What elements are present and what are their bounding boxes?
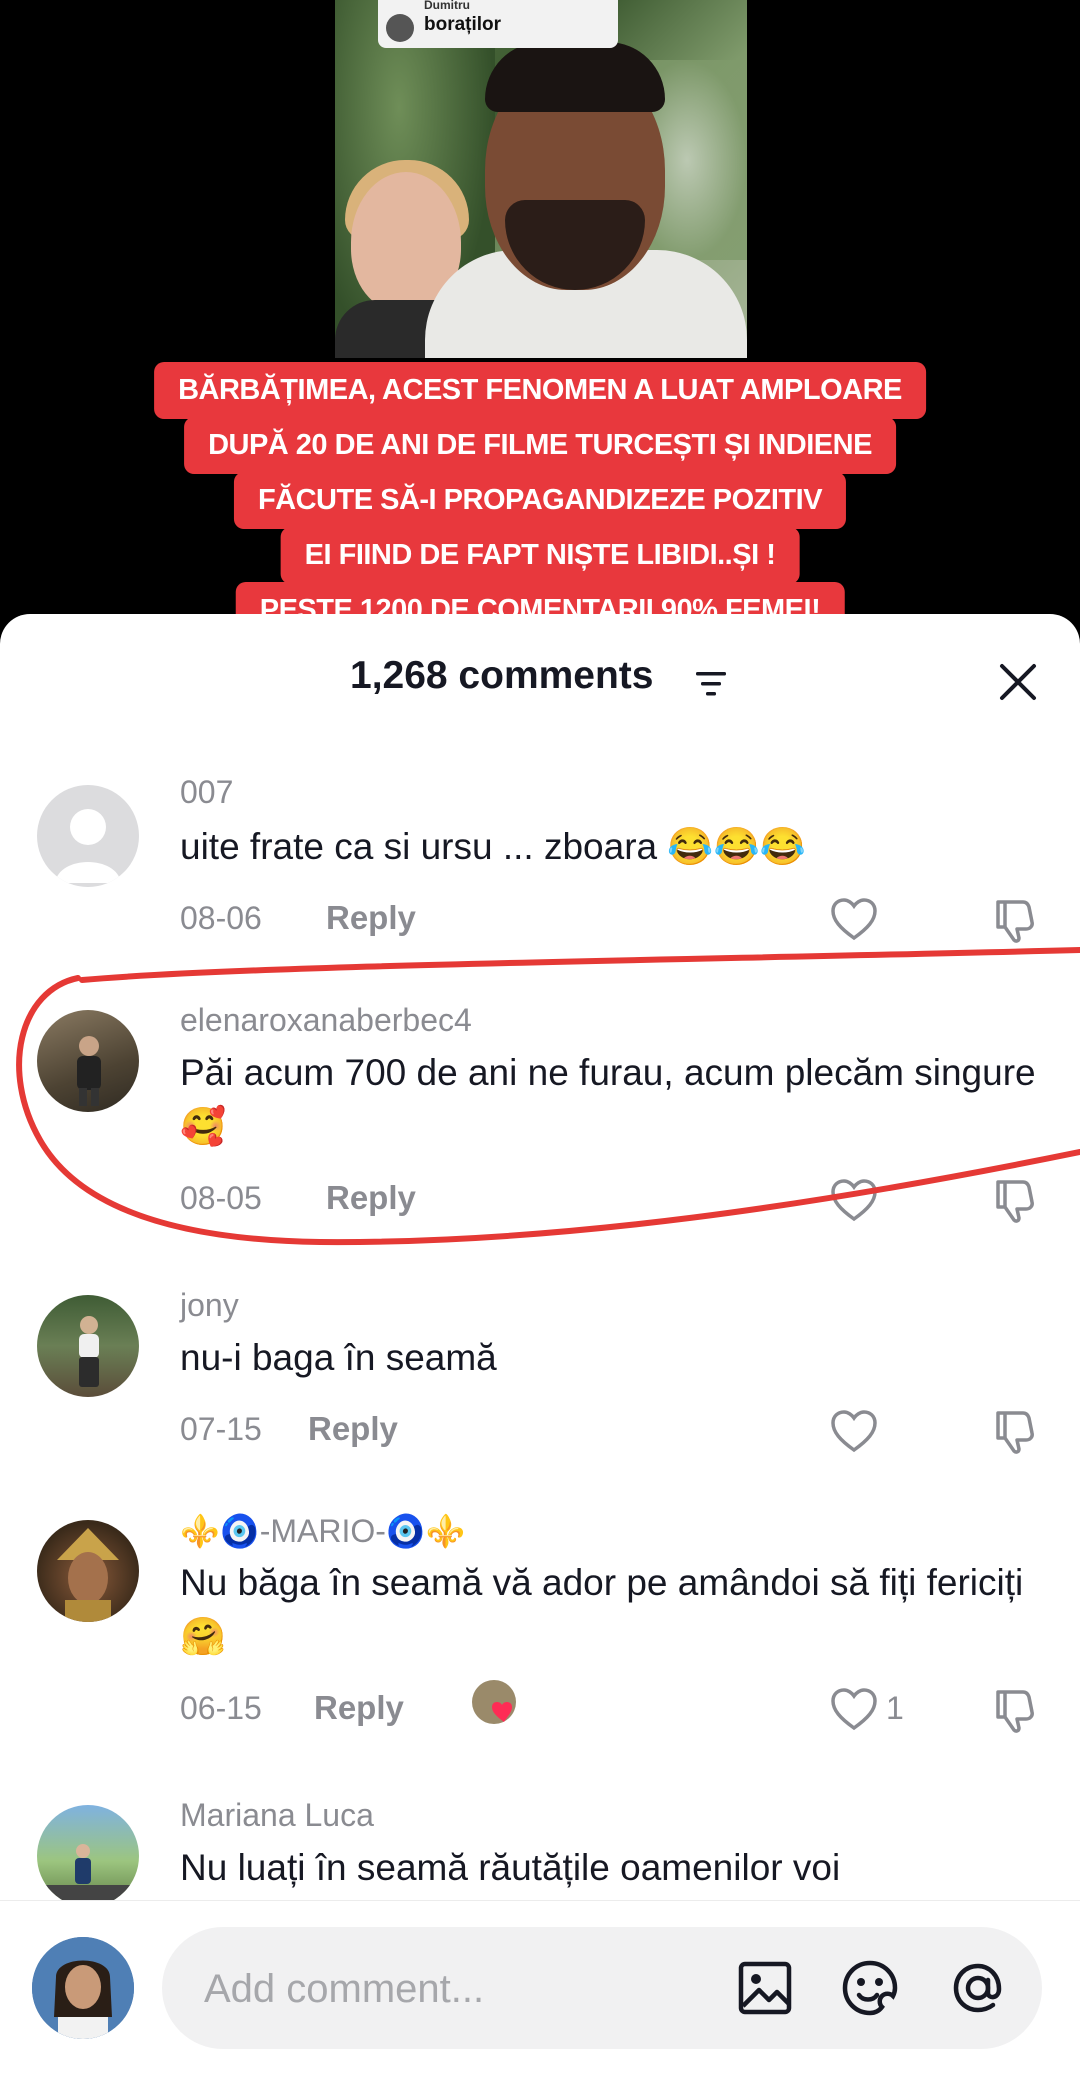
avatar-default[interactable] xyxy=(37,785,139,887)
comment-composer xyxy=(0,1900,1080,2073)
emoji-icon[interactable] xyxy=(840,1958,900,2018)
dislike-icon[interactable] xyxy=(993,1686,1041,1734)
comment-item: elenaroxanaberbec4 Păi acum 700 de ani n… xyxy=(0,1000,1080,1230)
reply-button[interactable]: Reply xyxy=(308,1410,398,1448)
comment-text: uite frate ca si ursu ... zboara 😂😂😂 xyxy=(180,826,806,867)
comment-input-wrapper xyxy=(162,1927,1042,2049)
creator-heart-icon xyxy=(492,1702,512,1722)
reply-button[interactable]: Reply xyxy=(326,899,416,937)
comment-username[interactable]: ⚜️🧿-MARIO-🧿⚜️ xyxy=(180,1512,466,1550)
video-frame[interactable] xyxy=(335,0,747,358)
reply-tag-text: boraților xyxy=(424,14,502,35)
reply-button[interactable]: Reply xyxy=(326,1179,416,1217)
comment-username[interactable]: Mariana Luca xyxy=(180,1797,374,1834)
user-photo-icon xyxy=(37,1844,139,1900)
comment-username[interactable]: elenaroxanaberbec4 xyxy=(180,1002,472,1039)
like-count: 1 xyxy=(886,1690,904,1726)
dislike-icon[interactable] xyxy=(993,896,1041,944)
comment-date: 08-05 xyxy=(180,1180,262,1216)
comment-item: 007 uite frate ca si ursu ... zboara 😂😂😂… xyxy=(0,770,1080,970)
comment-date: 06-15 xyxy=(180,1690,262,1726)
comment-item: ⚜️🧿-MARIO-🧿⚜️ Nu băga în seamă vă ador p… xyxy=(0,1510,1080,1750)
banner-line-3: FĂCUTE SĂ-I PROPAGANDIZEZE POZITIV xyxy=(233,472,847,529)
mention-icon[interactable] xyxy=(948,1958,1008,2018)
reply-button[interactable]: Reply xyxy=(314,1689,404,1727)
comment-input[interactable] xyxy=(202,1947,706,2031)
comment-date: 08-06 xyxy=(180,900,262,936)
comment-date: 07-15 xyxy=(180,1411,262,1447)
user-photo-icon xyxy=(57,1528,119,1622)
comments-header: 1,268 comments xyxy=(0,614,1080,710)
default-user-icon xyxy=(55,809,121,883)
my-avatar[interactable] xyxy=(32,1937,134,2039)
dislike-icon[interactable] xyxy=(993,1176,1041,1224)
heart-icon[interactable] xyxy=(830,1178,878,1222)
comment-item: jony nu-i baga în seamă 07-15 Reply xyxy=(0,1285,1080,1485)
comment-username[interactable]: jony xyxy=(180,1287,239,1324)
banner-line-4: EI FIIND DE FAPT NIȘTE LIBIDI..ȘI ! xyxy=(280,527,800,584)
comment-count: 1,268 comments xyxy=(350,654,654,697)
banner-line-2: DUPĂ 20 DE ANI DE FILME TURCEȘTI ȘI INDI… xyxy=(184,417,896,474)
avatar-elenaroxanaberbec4[interactable] xyxy=(37,1010,139,1112)
heart-icon[interactable] xyxy=(830,1409,878,1453)
comment-username[interactable]: 007 xyxy=(180,774,233,811)
heart-icon[interactable] xyxy=(830,897,878,941)
close-icon[interactable] xyxy=(994,658,1042,706)
comment-item: Mariana Luca Nu luați în seamă răutățile… xyxy=(0,1795,1080,1900)
dislike-icon[interactable] xyxy=(993,1407,1041,1455)
comment-text: Păi acum 700 de ani ne furau, acum plecă… xyxy=(180,1052,1036,1147)
avatar-mariana-luca[interactable] xyxy=(37,1805,139,1900)
user-photo-icon xyxy=(77,1036,101,1106)
comment-text: Nu luați în seamă răutățile oamenilor vo… xyxy=(180,1847,841,1888)
reply-tag-avatar xyxy=(386,14,414,42)
creator-liked-avatar xyxy=(472,1680,516,1724)
comment-text: Nu băga în seamă vă ador pe amândoi să f… xyxy=(180,1562,1024,1657)
image-icon[interactable] xyxy=(735,1958,795,2018)
banner-line-1: BĂRBĂȚIMEA, ACEST FENOMEN A LUAT AMPLOAR… xyxy=(154,362,926,419)
avatar-jony[interactable] xyxy=(37,1295,139,1397)
heart-icon[interactable] xyxy=(830,1687,878,1731)
reply-to-comment-tag[interactable]: Dumitru boraților xyxy=(378,0,618,48)
user-photo-icon xyxy=(79,1316,99,1387)
avatar-mario[interactable] xyxy=(37,1520,139,1622)
man-hair xyxy=(485,42,665,112)
reply-tag-from: Dumitru xyxy=(424,0,470,12)
user-photo-icon xyxy=(32,1937,134,2039)
sort-icon[interactable] xyxy=(694,669,728,699)
comment-text: nu-i baga în seamă xyxy=(180,1337,497,1378)
